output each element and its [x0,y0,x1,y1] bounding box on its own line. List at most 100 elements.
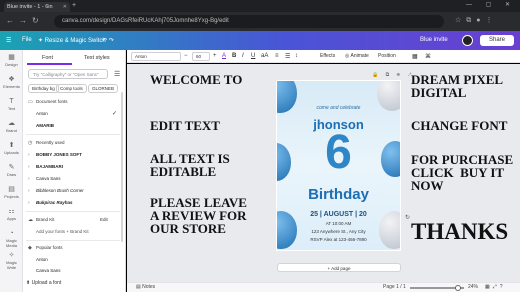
animate-button[interactable]: ◎ Animate [345,53,369,59]
position-button[interactable]: Position [378,53,396,59]
url-input[interactable]: canva.com/design/DAGsRfeiRUcKAhj705Jomnh… [54,15,444,28]
font-size-input[interactable]: 60 [192,52,210,61]
rail-item-design[interactable]: ▦ Design [1,54,22,67]
canvas-text-change-font[interactable]: CHANGE FONT [411,119,507,132]
font-item-selected[interactable]: Anton [36,111,48,116]
page-actions-icons[interactable]: 🔒 ⧉ ⊕ ↗ [372,72,414,78]
invite-address-text[interactable]: 123 Anywhere St., Any City [277,229,400,234]
star-icon[interactable]: ☆ [455,17,466,24]
invite-time-text[interactable]: AT 10:00 AM [277,221,400,226]
chevron-right-icon[interactable]: › [28,176,30,182]
canvas-text-editable[interactable]: ALL TEXT IS EDITABLE [150,152,230,178]
add-page-button[interactable]: + Add page [277,263,401,272]
tab-font[interactable]: Font [42,55,53,61]
file-menu[interactable]: File [22,37,32,43]
font-item[interactable]: Canva Sans [36,176,61,181]
copy-style-icon[interactable]: ⌘ [425,53,431,60]
canvas-text-purchase[interactable]: FOR PURCHASE CLICK BUY IT NOW [411,153,513,192]
font-item[interactable]: BAJAMBARI [36,164,63,169]
font-item[interactable]: AMARIB [36,123,54,128]
font-search-input[interactable]: Try "Calligraphy" or "Open Sans" [28,69,108,79]
tab-text-styles[interactable]: Text styles [84,55,110,61]
rail-item-label: Apps [6,216,17,221]
rail-item-elements[interactable]: ❖ Elements [1,76,22,89]
underline-button[interactable]: U [251,53,255,59]
rail-item-magic-write[interactable]: ✧ Magic Write [1,252,22,270]
canvas-text-dream-pixel[interactable]: DREAM PIXEL DIGITAL [411,73,503,99]
invite-birthday-text[interactable]: Birthday [277,186,400,203]
view-controls-icons[interactable]: ▦⤢? [485,284,506,290]
browser-toolbar-icons[interactable]: ☆⧉●⋮ [455,16,498,25]
font-item[interactable]: Bibbleson Brush Corner [36,188,84,193]
italic-button[interactable]: I [242,53,244,59]
font-chip[interactable]: Birthday bg [28,84,59,93]
font-item[interactable]: Bukpirac Rayhas [36,200,73,205]
zoom-slider-thumb[interactable] [455,284,461,291]
font-item[interactable]: Anton [36,257,48,262]
font-chip[interactable]: GLORNEB [88,84,119,93]
rail-item-apps[interactable]: ⚏ Apps [1,208,22,221]
new-tab-button[interactable]: + [72,2,76,9]
page-indicator[interactable]: Page 1 / 1 [383,284,406,290]
spacing-button[interactable]: ↕ [295,53,298,59]
font-item[interactable]: BOBBY JONES SOFT [36,152,82,157]
canvas-text-review[interactable]: PLEASE LEAVE A REVIEW FOR OUR STORE [150,196,247,235]
add-brand-fonts-link[interactable]: Add your fonts + Brand Kit [36,229,89,234]
filter-icon[interactable]: ☰ [114,70,120,78]
chevron-right-icon[interactable]: › [28,164,30,170]
forward-icon[interactable]: → [19,16,32,25]
chevron-right-icon[interactable]: › [28,200,30,206]
share-button[interactable]: Share [480,35,514,46]
menu-icon[interactable]: ☰ [6,37,11,44]
invite-date-text[interactable]: 25 | AUGUST | 20 [277,211,400,218]
panel-scrollbar[interactable] [121,92,123,242]
transparency-icon[interactable]: ▦ [412,53,418,60]
refresh-icon[interactable]: ↻ [405,214,410,221]
increase-size-button[interactable]: + [213,53,217,59]
font-item[interactable]: Canva Sans [36,268,61,273]
rail-item-text[interactable]: T Text [1,98,22,111]
case-button[interactable]: aA [261,53,268,59]
check-icon: ✓ [112,111,118,117]
rail-item-projects[interactable]: ▤ Projects [1,186,22,199]
font-dropdown[interactable]: Anton [131,52,181,61]
nav-buttons[interactable]: ←→↻ [6,16,44,25]
upload-font-button[interactable]: ⬆ Upload a font [26,280,61,286]
invite-come-text[interactable]: come and celebrate [277,105,400,111]
close-tab-icon[interactable]: ✕ [63,4,67,10]
rail-item-brand[interactable]: ☁ Brand [1,120,22,133]
bold-button[interactable]: B [232,53,236,59]
resize-button[interactable]: ✦ Resize & Magic Switch [38,37,106,44]
menu-icon[interactable]: ⋮ [486,17,498,24]
rail-item-uploads[interactable]: ⬆ Uploads [1,142,22,155]
design-title[interactable]: Blue invite [420,37,448,43]
back-icon[interactable]: ← [6,16,19,25]
list-button[interactable]: ☰ [285,53,290,60]
text-color-button[interactable]: A [222,53,226,59]
notes-button[interactable]: ▤ Notes [136,284,155,290]
invitation-page[interactable]: come and celebrate jhonson 6 Birthday 25… [276,80,401,251]
extensions-icon[interactable]: ⧉ [466,17,476,24]
rail-item-magic-media[interactable]: ◔ Magic Media [1,230,22,248]
reload-icon[interactable]: ↻ [32,16,44,25]
rail-item-draw[interactable]: ✎ Draw [1,164,22,177]
zoom-level[interactable]: 24% [468,284,478,290]
canvas-text-edit[interactable]: EDIT TEXT [150,119,220,132]
brand-kit-edit-link[interactable]: Edit [100,217,108,222]
invite-number-balloon[interactable]: 6 [277,129,400,177]
section-document-fonts: Document fonts [36,99,68,104]
window-controls[interactable]: — ▢ ✕ [466,1,516,8]
avatar[interactable] [462,35,473,46]
chevron-right-icon[interactable]: › [28,188,30,194]
decrease-size-button[interactable]: − [184,53,188,59]
font-chip[interactable]: Comp tools [56,84,87,93]
browser-tab[interactable]: Blue invite - 1 - 6in ✕ [4,2,70,12]
chevron-right-icon[interactable]: › [28,152,30,158]
profile-icon[interactable]: ● [476,17,485,24]
align-button[interactable]: ≡ [275,53,279,59]
invite-rsvp-text[interactable]: RSVP Alex at 123-456-7890 [277,237,400,242]
canvas-text-welcome[interactable]: WELCOME TO [150,73,242,86]
undo-icon[interactable]: ↶ ↷ [102,37,114,44]
effects-button[interactable]: Effects [320,53,335,59]
canvas-text-thanks[interactable]: THANKS [411,220,508,243]
